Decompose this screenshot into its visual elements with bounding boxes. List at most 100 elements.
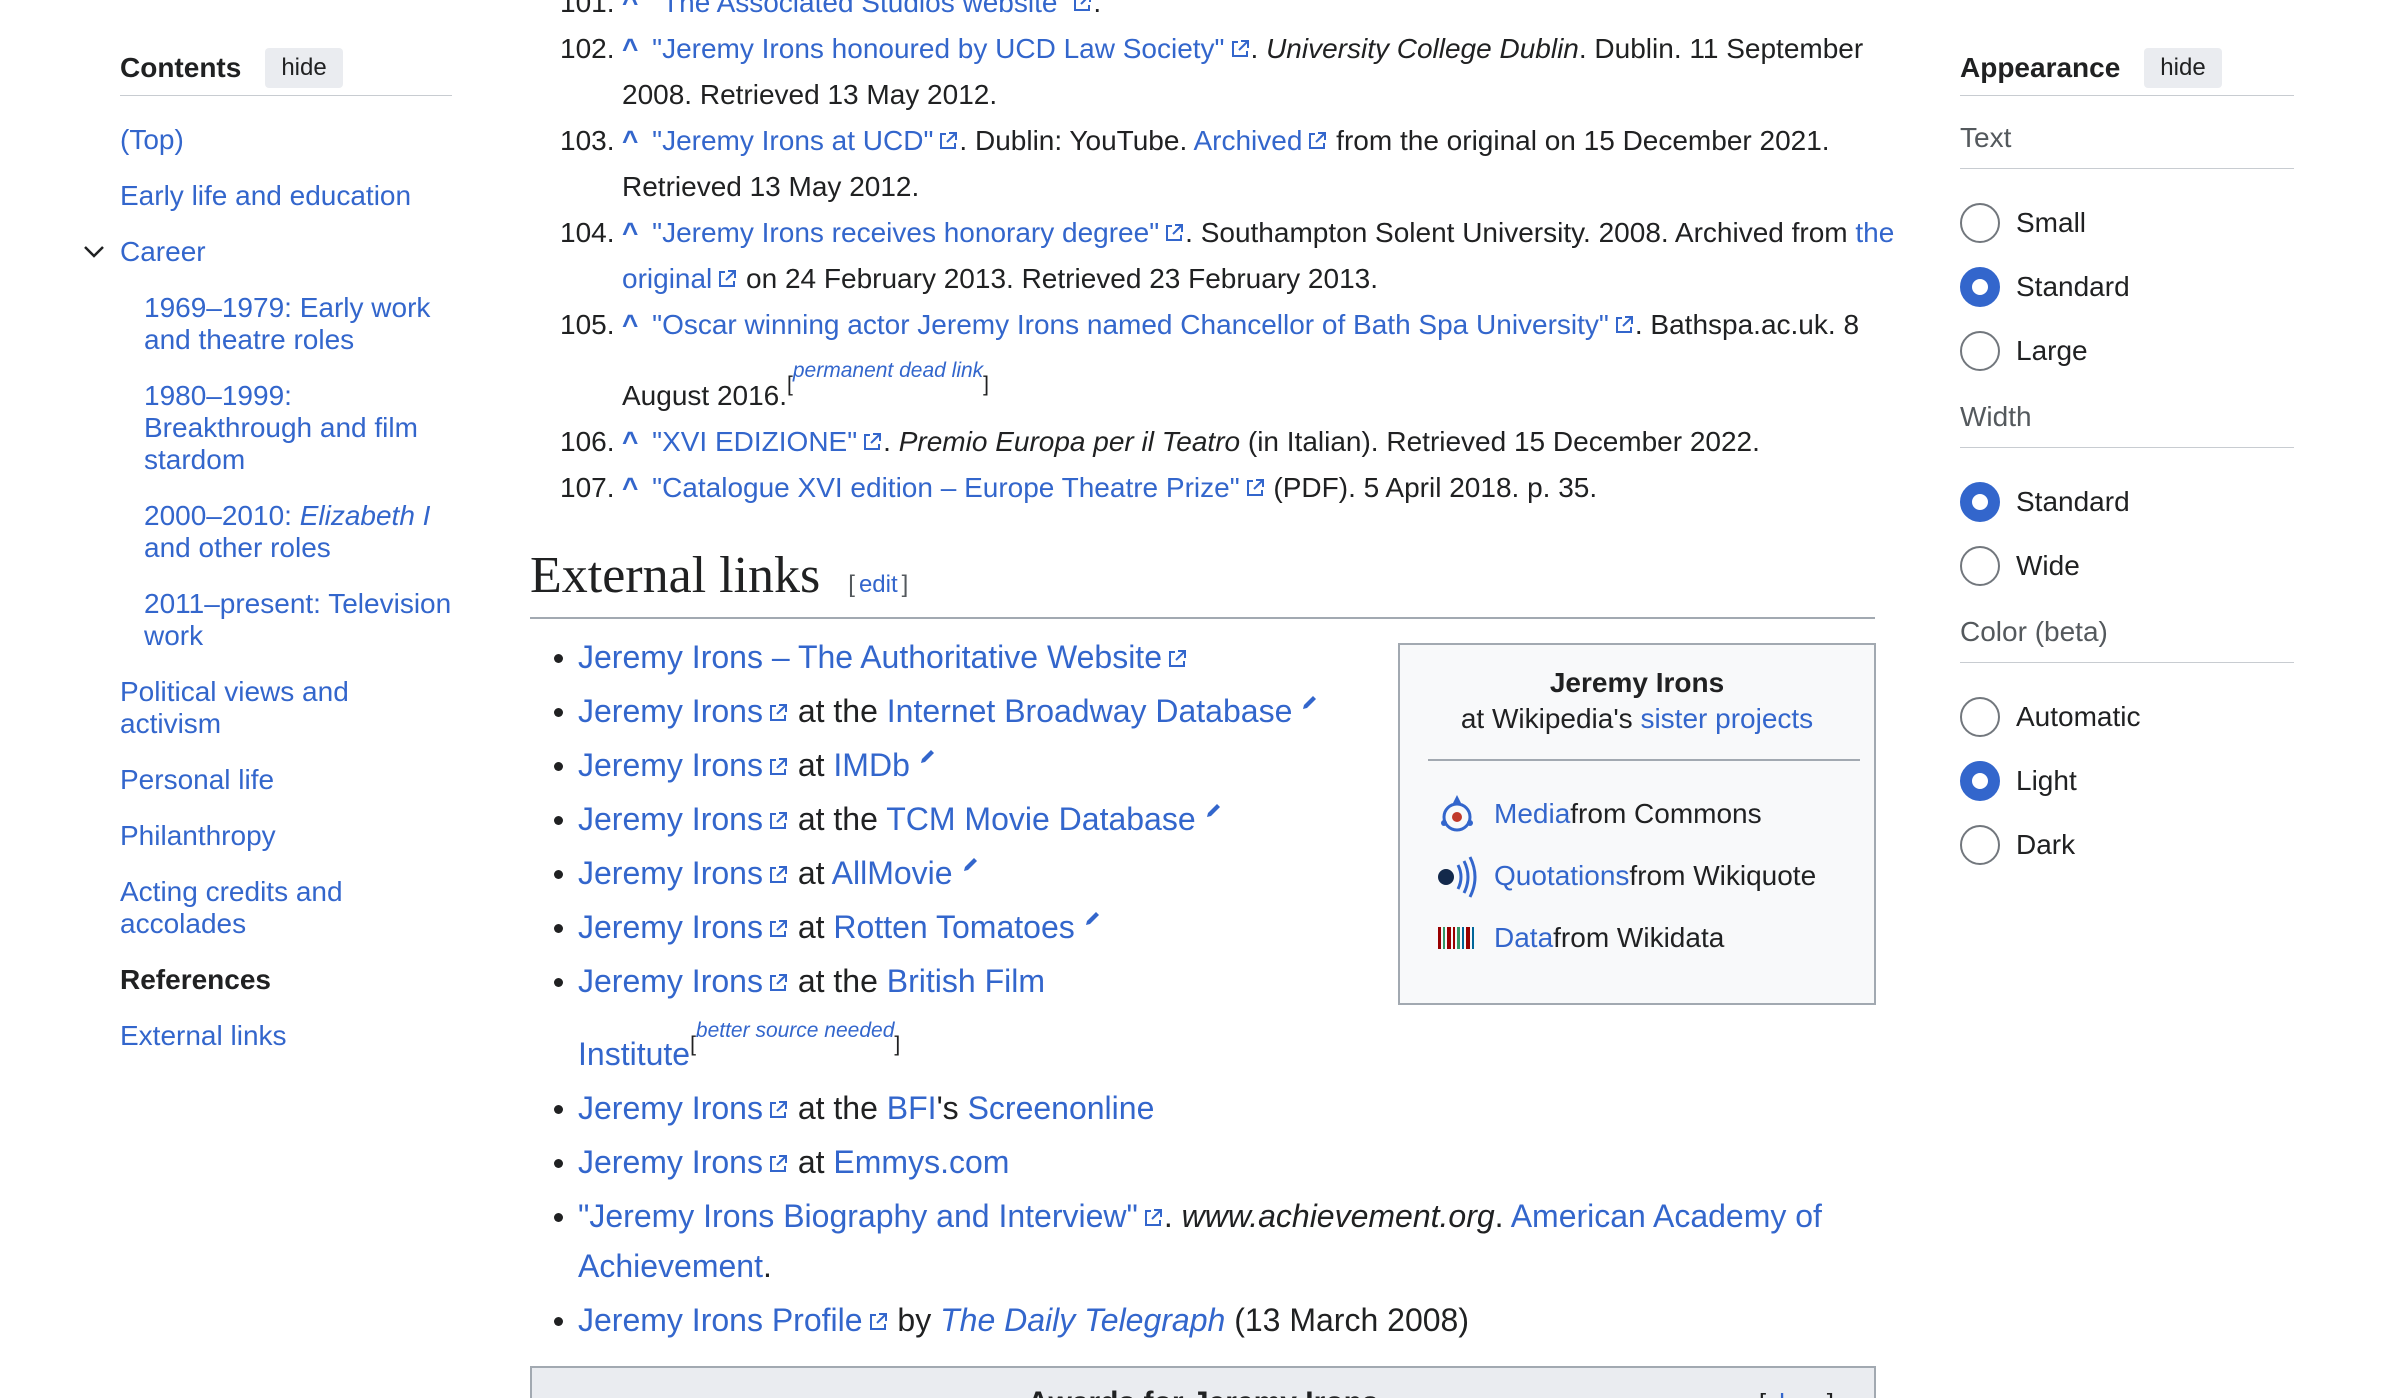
- site-link[interactable]: AllMovie: [832, 855, 953, 891]
- back-link[interactable]: ^: [622, 33, 638, 64]
- site-link[interactable]: BFI: [887, 1090, 937, 1126]
- pencil-edit-icon[interactable]: [1204, 800, 1224, 820]
- site-link[interactable]: The Daily Telegraph: [940, 1302, 1225, 1338]
- external-link[interactable]: Jeremy Irons: [578, 855, 763, 891]
- reference-link[interactable]: "Jeremy Irons receives honorary degree": [652, 217, 1159, 248]
- chevron-down-icon[interactable]: [82, 242, 106, 262]
- toc-item-references[interactable]: References: [120, 964, 452, 996]
- external-link[interactable]: Jeremy Irons: [578, 747, 763, 783]
- site-link[interactable]: Emmys.com: [833, 1144, 1009, 1180]
- link-text: .: [1494, 1198, 1511, 1234]
- toc-item-philanthropy[interactable]: Philanthropy: [120, 820, 452, 852]
- external-link[interactable]: "Jeremy Irons Biography and Interview": [578, 1198, 1138, 1234]
- pencil-edit-icon[interactable]: [1083, 908, 1103, 928]
- external-link[interactable]: Jeremy Irons: [578, 963, 763, 999]
- site-link[interactable]: TCM Movie Database: [886, 801, 1195, 837]
- toc-item-early-life[interactable]: Early life and education: [120, 180, 452, 212]
- wikidata-link[interactable]: Data: [1494, 922, 1553, 954]
- radio-width-standard[interactable]: Standard: [1960, 470, 2294, 534]
- external-link-icon: [1229, 38, 1251, 60]
- reference-link[interactable]: "Jeremy Irons honoured by UCD Law Societ…: [652, 33, 1224, 64]
- pencil-edit-icon[interactable]: [961, 854, 981, 874]
- toc-hide-button[interactable]: hide: [265, 47, 343, 88]
- site-link[interactable]: Rotten Tomatoes: [833, 909, 1074, 945]
- radio-button[interactable]: [1960, 203, 2000, 243]
- back-link[interactable]: ^: [622, 125, 638, 156]
- toc-item-credits[interactable]: Acting credits and accolades: [120, 876, 452, 940]
- external-link[interactable]: Jeremy Irons: [578, 1090, 763, 1126]
- commons-link[interactable]: Media: [1494, 798, 1570, 830]
- reference-link[interactable]: "The Associated Studios website": [652, 0, 1067, 18]
- site-link[interactable]: IMDb: [833, 747, 909, 783]
- site-link[interactable]: Institute: [578, 1036, 690, 1072]
- radio-color-automatic[interactable]: Automatic: [1960, 685, 2294, 749]
- back-link[interactable]: ^: [622, 426, 638, 457]
- table-of-contents: Contents hide (Top) Early life and educa…: [84, 47, 452, 1076]
- site-link[interactable]: Achievement: [578, 1248, 763, 1284]
- radio-button[interactable]: [1960, 761, 2000, 801]
- radio-width-wide[interactable]: Wide: [1960, 534, 2294, 598]
- radio-button[interactable]: [1960, 697, 2000, 737]
- sister-projects-link[interactable]: sister projects: [1640, 703, 1813, 734]
- reference-text: (PDF). 5 April 2018. p. 35.: [1265, 472, 1598, 503]
- dead-link-tag[interactable]: permanent dead link: [793, 359, 983, 382]
- radio-color-dark[interactable]: Dark: [1960, 813, 2294, 877]
- reference-item: 102. ^ "Jeremy Irons honoured by UCD Law…: [560, 26, 1910, 118]
- radio-button[interactable]: [1960, 267, 2000, 307]
- toc-item-political[interactable]: Political views and activism: [120, 676, 452, 740]
- reference-link[interactable]: "Jeremy Irons at UCD": [652, 125, 933, 156]
- back-link[interactable]: ^: [622, 217, 638, 248]
- link-text: 's: [936, 1090, 968, 1126]
- reference-link[interactable]: "Oscar winning actor Jeremy Irons named …: [652, 309, 1609, 340]
- external-link-icon: [861, 431, 883, 453]
- radio-text-standard[interactable]: Standard: [1960, 255, 2294, 319]
- external-link-icon: [1163, 222, 1185, 244]
- toc-item-external-links[interactable]: External links: [120, 1020, 452, 1052]
- awards-navbox: Awards for Jeremy Irons [show]: [530, 1366, 1876, 1398]
- external-link[interactable]: Jeremy Irons: [578, 1144, 763, 1180]
- toc-item-television[interactable]: 2011–present: Television work: [120, 588, 452, 652]
- toc-item-personal-life[interactable]: Personal life: [120, 764, 452, 796]
- edit-link[interactable]: edit: [859, 571, 898, 598]
- pencil-edit-icon[interactable]: [918, 746, 938, 766]
- radio-color-light[interactable]: Light: [1960, 749, 2294, 813]
- site-link[interactable]: British Film: [887, 963, 1045, 999]
- toc-item-label: 2000–2010:: [144, 500, 300, 531]
- toc-item-breakthrough[interactable]: 1980–1999: Breakthrough and film stardom: [120, 380, 452, 476]
- radio-button[interactable]: [1960, 546, 2000, 586]
- toc-item-career[interactable]: Career: [84, 236, 452, 268]
- reference-number: 101.: [560, 0, 615, 18]
- link-text: at: [788, 1144, 834, 1180]
- external-link[interactable]: Jeremy Irons – The Authoritative Website: [578, 639, 1162, 675]
- citation-note[interactable]: better source needed: [696, 1019, 894, 1042]
- external-link[interactable]: Jeremy Irons: [578, 801, 763, 837]
- navbox-title: Awards for Jeremy Irons: [532, 1386, 1874, 1398]
- back-link[interactable]: ^: [622, 309, 638, 340]
- list-item: "Jeremy Irons Biography and Interview". …: [550, 1191, 1890, 1291]
- toc-item-early-work[interactable]: 1969–1979: Early work and theatre roles: [120, 292, 452, 356]
- external-link[interactable]: Jeremy Irons: [578, 909, 763, 945]
- external-link[interactable]: Jeremy Irons Profile: [578, 1302, 863, 1338]
- archived-link[interactable]: Archived: [1193, 125, 1302, 156]
- appearance-hide-button[interactable]: hide: [2144, 47, 2222, 88]
- back-link[interactable]: ^: [622, 472, 638, 503]
- reference-link[interactable]: "XVI EDIZIONE": [652, 426, 857, 457]
- reference-link[interactable]: "Catalogue XVI edition – Europe Theatre …: [652, 472, 1240, 503]
- back-link[interactable]: ^: [622, 0, 638, 18]
- pencil-edit-icon[interactable]: [1300, 692, 1320, 712]
- radio-text-large[interactable]: Large: [1960, 319, 2294, 383]
- site-link[interactable]: Screenonline: [968, 1090, 1155, 1126]
- toc-item-top[interactable]: (Top): [120, 124, 452, 156]
- external-link[interactable]: Jeremy Irons: [578, 693, 763, 729]
- reference-item: 104. ^ "Jeremy Irons receives honorary d…: [560, 210, 1910, 302]
- toc-header: Contents hide: [120, 47, 452, 96]
- navbox-show-link[interactable]: show: [1766, 1388, 1827, 1398]
- wikiquote-link[interactable]: Quotations: [1494, 860, 1629, 892]
- radio-button[interactable]: [1960, 825, 2000, 865]
- site-link[interactable]: American Academy of: [1511, 1198, 1822, 1234]
- toc-item-elizabeth[interactable]: 2000–2010: Elizabeth I and other roles: [120, 500, 452, 564]
- radio-button[interactable]: [1960, 331, 2000, 371]
- radio-button[interactable]: [1960, 482, 2000, 522]
- radio-text-small[interactable]: Small: [1960, 191, 2294, 255]
- site-link[interactable]: Internet Broadway Database: [887, 693, 1293, 729]
